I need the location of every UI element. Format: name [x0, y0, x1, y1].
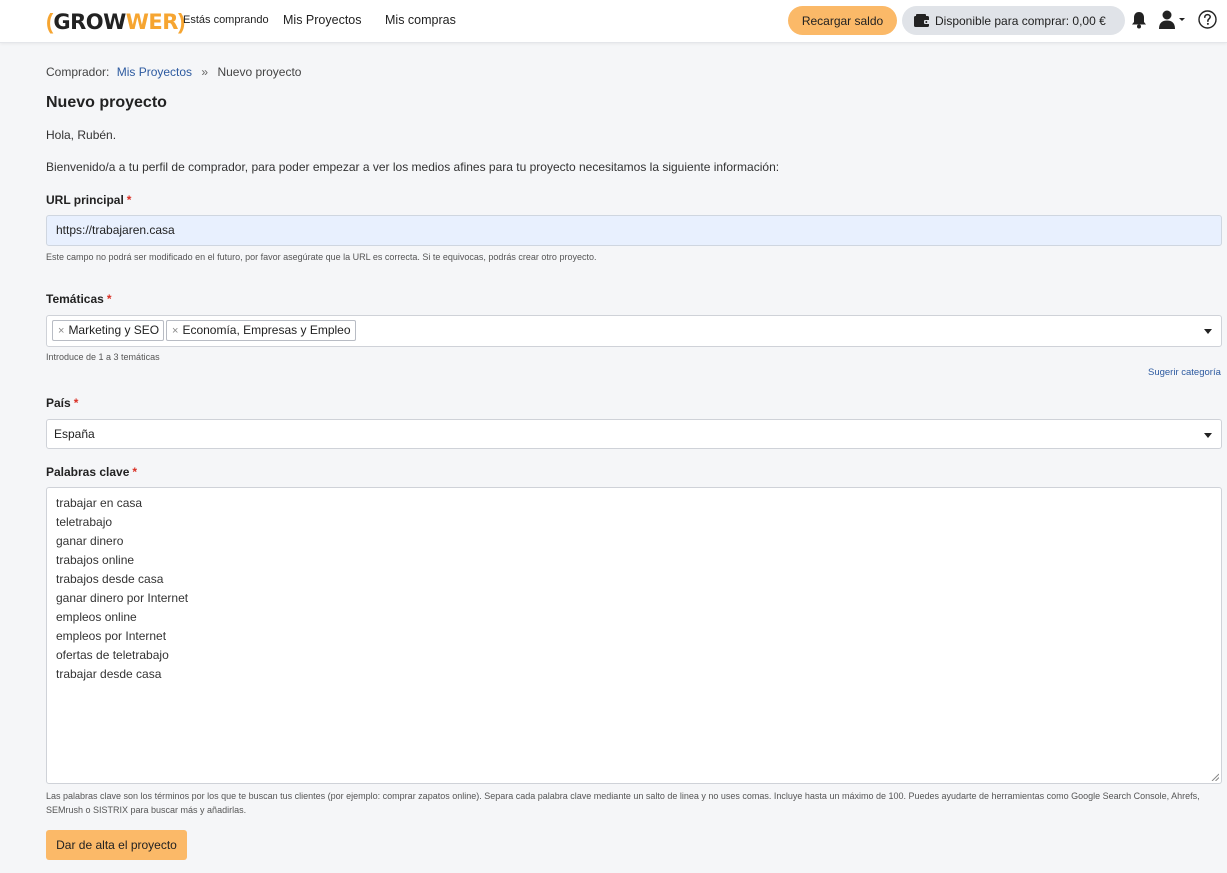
- breadcrumb-link-mis-proyectos[interactable]: Mis Proyectos: [117, 65, 192, 79]
- country-selected-value: España: [54, 427, 95, 441]
- keyword-line: ganar dinero por Internet: [56, 591, 189, 605]
- breadcrumb: Comprador: Mis Proyectos » Nuevo proyect…: [46, 65, 301, 79]
- help-icon[interactable]: [1198, 10, 1217, 29]
- keywords-label-text: Palabras clave: [46, 465, 130, 479]
- logo-left-bracket: (: [46, 9, 54, 34]
- keyword-line: ganar dinero: [56, 534, 124, 548]
- topics-label-text: Temáticas: [46, 292, 104, 306]
- user-menu-icon[interactable]: [1159, 10, 1187, 30]
- url-label: URL principal *: [46, 193, 131, 207]
- url-input[interactable]: https://trabajaren.casa: [46, 215, 1222, 246]
- bell-icon[interactable]: [1131, 11, 1147, 29]
- keyword-line: trabajos desde casa: [56, 572, 164, 586]
- chevron-down-icon: [1204, 433, 1212, 438]
- topics-label: Temáticas *: [46, 292, 111, 306]
- url-label-text: URL principal: [46, 193, 124, 207]
- page-title: Nuevo proyecto: [46, 94, 167, 111]
- required-mark: *: [132, 465, 138, 479]
- balance-label: Disponible para comprar: 0,00 €: [935, 13, 1106, 28]
- wallet-icon: [914, 13, 930, 27]
- keyword-line: ofertas de teletrabajo: [56, 648, 169, 662]
- chevron-down-icon[interactable]: [1204, 329, 1212, 334]
- country-label-text: País: [46, 396, 71, 410]
- keyword-line: empleos online: [56, 610, 137, 624]
- country-select[interactable]: España: [46, 419, 1222, 449]
- keywords-label: Palabras clave *: [46, 465, 137, 479]
- keywords-textarea[interactable]: trabajar en casa teletrabajo ganar diner…: [46, 487, 1222, 784]
- topic-tag-label: Marketing y SEO: [68, 323, 160, 337]
- keyword-line: teletrabajo: [56, 515, 113, 529]
- topics-help-text: Introduce de 1 a 3 temáticas: [46, 352, 160, 362]
- submit-project-button[interactable]: Dar de alta el proyecto: [46, 830, 187, 860]
- tag-remove-icon[interactable]: ×: [172, 325, 178, 337]
- keyword-line: empleos por Internet: [56, 629, 167, 643]
- balance-pill[interactable]: Disponible para comprar: 0,00 €: [902, 6, 1125, 35]
- logo-text-wer: WER: [125, 10, 179, 34]
- topic-tag: × Marketing y SEO: [52, 320, 165, 341]
- nav-mis-compras[interactable]: Mis compras: [385, 13, 456, 27]
- resize-handle-icon[interactable]: [1211, 773, 1219, 781]
- url-help-text: Este campo no podrá ser modificado en el…: [46, 252, 597, 262]
- keyword-line: trabajos online: [56, 553, 135, 567]
- logo-text-grow: GROW: [53, 10, 126, 34]
- topics-multiselect[interactable]: × Marketing y SEO × Economía, Empresas y E…: [46, 315, 1222, 347]
- suggest-category-link[interactable]: Sugerir categoría: [1148, 367, 1221, 378]
- topic-tag-label: Economía, Empresas y Empleo: [182, 323, 351, 337]
- keywords-help-text: Las palabras clave son los términos por …: [46, 791, 1200, 815]
- breadcrumb-current: Nuevo proyecto: [217, 65, 302, 79]
- greeting-text: Hola, Rubén.: [46, 128, 117, 142]
- keyword-line: trabajar en casa: [56, 496, 143, 510]
- breadcrumb-separator: »: [201, 65, 209, 79]
- breadcrumb-prefix: Comprador:: [46, 65, 110, 79]
- top-navbar: ( GROW WER ) Estás comprando Mis Proyect…: [0, 0, 1227, 43]
- growwer-logo[interactable]: ( GROW WER ): [46, 9, 185, 35]
- mode-indicator[interactable]: Estás comprando: [183, 14, 269, 26]
- tag-remove-icon[interactable]: ×: [58, 325, 64, 337]
- required-mark: *: [106, 292, 112, 306]
- required-mark: *: [73, 396, 79, 410]
- keyword-line: trabajar desde casa: [56, 667, 162, 681]
- required-mark: *: [126, 193, 132, 207]
- topic-tag: × Economía, Empresas y Empleo: [166, 320, 356, 341]
- recharge-balance-button[interactable]: Recargar saldo: [788, 6, 897, 35]
- country-label: País *: [46, 396, 78, 410]
- intro-text: Bienvenido/a a tu perfil de comprador, p…: [46, 160, 780, 174]
- nav-mis-proyectos[interactable]: Mis Proyectos: [283, 13, 362, 27]
